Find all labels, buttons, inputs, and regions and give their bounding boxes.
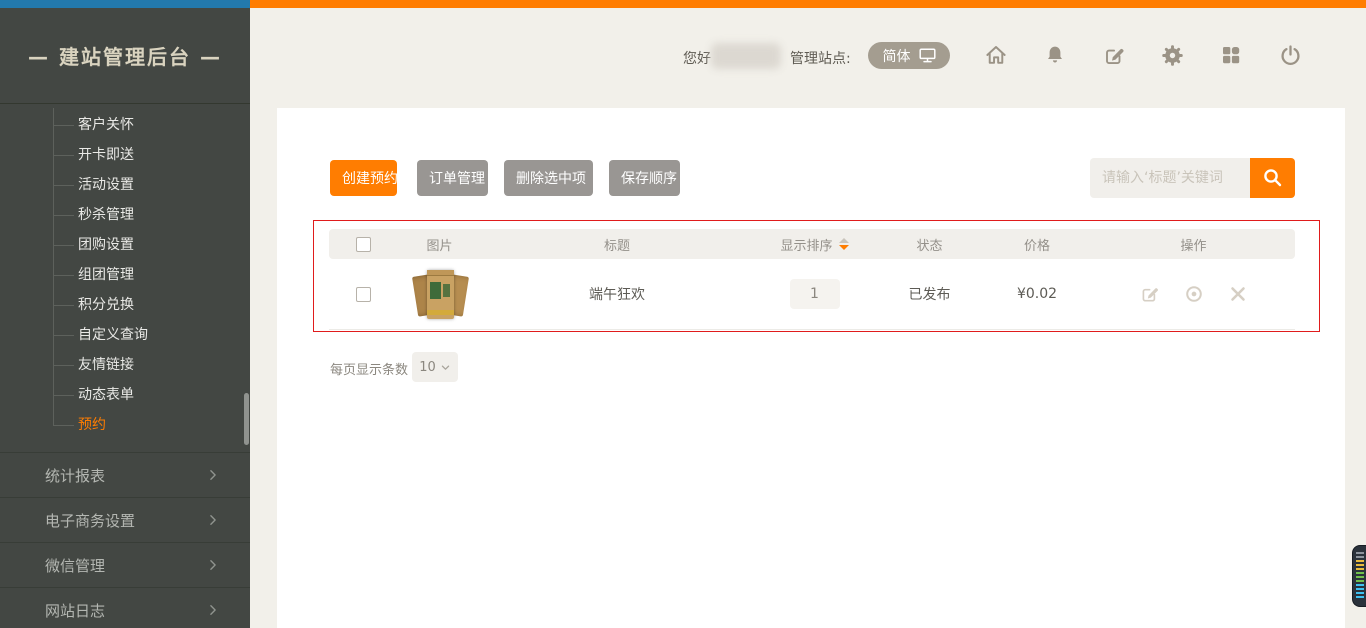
sidebar-section-ecommerce[interactable]: 电子商务设置 [0, 497, 250, 542]
sidebar-item-label: 动态表单 [78, 387, 134, 403]
column-header-title: 标题 [482, 235, 752, 254]
gear-icon[interactable] [1159, 42, 1185, 68]
product-image [412, 266, 468, 322]
sidebar-scrollbar-thumb[interactable] [244, 393, 249, 445]
column-header-price: 价格 [982, 235, 1092, 254]
sidebar-sections: 统计报表 电子商务设置 微信管理 网站日志 [0, 452, 250, 628]
redacted-username [711, 43, 781, 69]
chevron-right-icon [206, 468, 220, 482]
row-title: 端午狂欢 [482, 284, 752, 304]
row-price: ¥0.02 [982, 286, 1092, 302]
topbar-orange-segment [250, 0, 1366, 8]
capture-widget[interactable] [1352, 545, 1366, 607]
sidebar-item-flash-sale[interactable]: 秒杀管理 [0, 200, 250, 230]
admin-backend-screen: — 建站管理后台 — 客户关怀 开卡即送 活动设置 秒杀管理 团购设置 组团管理… [0, 0, 1366, 628]
sidebar-item-label: 客户关怀 [78, 117, 134, 133]
sidebar-item-card-gift[interactable]: 开卡即送 [0, 140, 250, 170]
section-label: 统计报表 [45, 465, 105, 486]
capture-widget-green-bars [1356, 572, 1364, 584]
sidebar-item-custom-query[interactable]: 自定义查询 [0, 320, 250, 350]
sort-arrows-icon[interactable] [839, 238, 849, 250]
site-label: 管理站点: [790, 48, 851, 68]
sidebar-item-label: 预约 [78, 417, 106, 433]
select-all-checkbox[interactable] [356, 237, 371, 252]
app-logo: — 建站管理后台 — [0, 8, 250, 104]
row-checkbox[interactable] [356, 287, 371, 302]
sidebar: — 建站管理后台 — 客户关怀 开卡即送 活动设置 秒杀管理 团购设置 组团管理… [0, 8, 250, 628]
main-content-panel: 创建预约 订单管理 删除选中项 保存顺序 图片 标题 显示排序 状态 价格 操作 [277, 108, 1345, 628]
edit-icon[interactable] [1139, 283, 1161, 305]
chevron-right-icon [206, 603, 220, 617]
sidebar-item-activity-settings[interactable]: 活动设置 [0, 170, 250, 200]
chevron-right-icon [206, 558, 220, 572]
topbar-blue-segment [0, 0, 250, 8]
sidebar-item-label: 开卡即送 [78, 147, 134, 163]
save-order-button[interactable]: 保存顺序 [609, 160, 680, 196]
bell-icon[interactable] [1042, 42, 1068, 68]
sidebar-item-label: 积分兑换 [78, 297, 134, 313]
greeting-text: 您好 [683, 48, 711, 68]
power-icon[interactable] [1277, 42, 1303, 68]
sidebar-item-customer-care[interactable]: 客户关怀 [0, 110, 250, 140]
sidebar-section-statistics[interactable]: 统计报表 [0, 452, 250, 497]
sidebar-item-label: 团购设置 [78, 237, 134, 253]
sidebar-item-group-buy[interactable]: 团购设置 [0, 230, 250, 260]
column-header-actions: 操作 [1092, 235, 1295, 254]
gift-bag-center [427, 270, 454, 319]
section-label: 电子商务设置 [45, 510, 135, 531]
search-button[interactable] [1250, 158, 1295, 198]
page-size-label: 每页显示条数 [330, 359, 408, 378]
row-status: 已发布 [877, 284, 982, 304]
column-header-image: 图片 [397, 235, 482, 254]
capture-widget-yellow-bars [1356, 560, 1364, 572]
search-icon [1261, 166, 1285, 190]
site-language-badge[interactable]: 简体 [868, 42, 950, 69]
create-booking-button[interactable]: 创建预约 [330, 160, 397, 196]
sort-order-input[interactable] [790, 279, 840, 309]
home-icon[interactable] [983, 42, 1009, 68]
sidebar-section-site-logs[interactable]: 网站日志 [0, 587, 250, 628]
sidebar-item-friend-links[interactable]: 友情链接 [0, 350, 250, 380]
sidebar-item-team-management[interactable]: 组团管理 [0, 260, 250, 290]
page-size-dropdown[interactable]: 10 [412, 352, 458, 382]
chevron-down-icon [440, 362, 451, 373]
sidebar-item-label: 秒杀管理 [78, 207, 134, 223]
column-header-sort: 显示排序 [780, 235, 832, 254]
delete-selected-button[interactable]: 删除选中项 [504, 160, 593, 196]
table-header: 图片 标题 显示排序 状态 价格 操作 [329, 229, 1295, 259]
search-input[interactable] [1090, 158, 1250, 198]
sidebar-item-dynamic-forms[interactable]: 动态表单 [0, 380, 250, 410]
section-label: 微信管理 [45, 555, 105, 576]
order-management-button[interactable]: 订单管理 [417, 160, 488, 196]
column-header-status: 状态 [877, 235, 982, 254]
highlighted-table-region: 图片 标题 显示排序 状态 价格 操作 [313, 220, 1320, 332]
page-size-value: 10 [419, 360, 436, 375]
section-label: 网站日志 [45, 600, 105, 621]
sidebar-section-wechat[interactable]: 微信管理 [0, 542, 250, 587]
capture-widget-cyan-bars [1356, 584, 1364, 600]
sidebar-item-points-exchange[interactable]: 积分兑换 [0, 290, 250, 320]
apps-grid-icon[interactable] [1218, 42, 1244, 68]
sidebar-item-booking-active[interactable]: 预约 [0, 410, 250, 440]
delete-icon[interactable] [1227, 283, 1249, 305]
sidebar-item-label: 友情链接 [78, 357, 134, 373]
sidebar-item-label: 自定义查询 [78, 327, 148, 343]
table-row: 端午狂欢 已发布 ¥0.02 [329, 259, 1295, 330]
compose-icon[interactable] [1101, 42, 1127, 68]
site-badge-label: 简体 [883, 46, 911, 66]
capture-widget-gray-bars [1356, 552, 1364, 560]
sidebar-item-label: 活动设置 [78, 177, 134, 193]
sidebar-item-label: 组团管理 [78, 267, 134, 283]
sidebar-submenu: 客户关怀 开卡即送 活动设置 秒杀管理 团购设置 组团管理 积分兑换 自定义查询… [0, 110, 250, 440]
chevron-right-icon [206, 513, 220, 527]
monitor-icon [919, 48, 936, 63]
eye-icon[interactable] [1183, 283, 1205, 305]
